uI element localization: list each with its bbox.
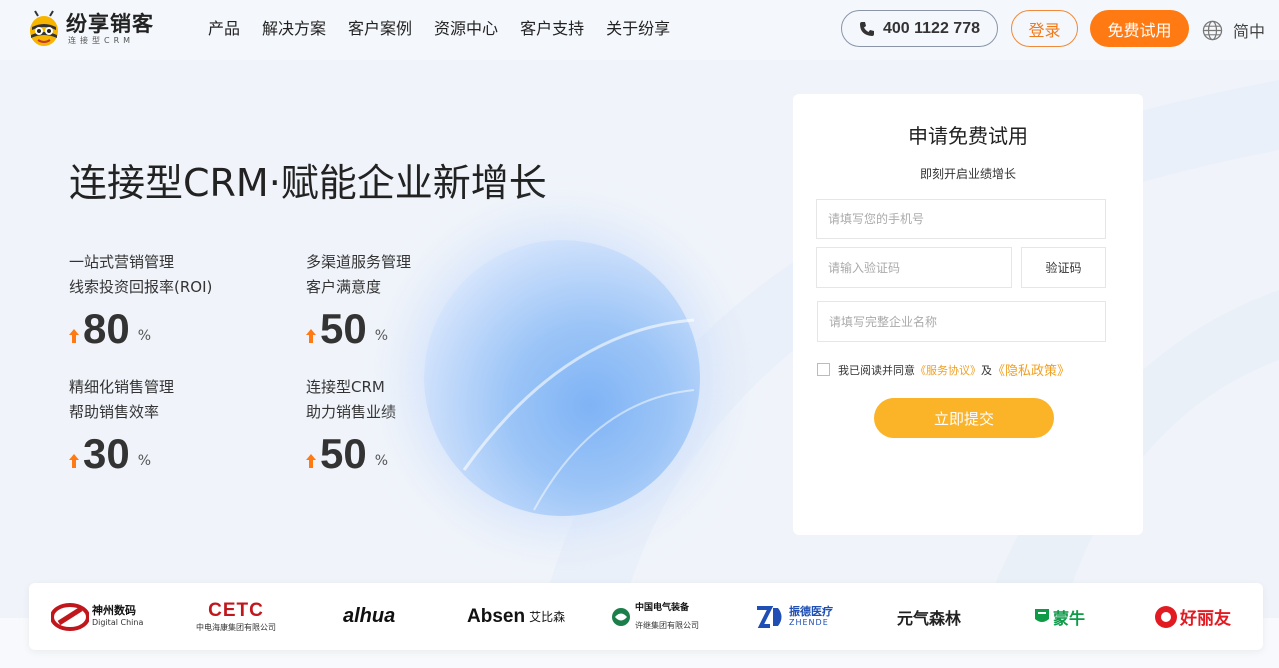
yuanqi-name: 元气森林	[897, 608, 962, 628]
nav-item-support[interactable]: 客户支持	[520, 18, 584, 40]
logo-digital-china: 神州数码 Digital China	[51, 583, 143, 650]
main-nav: 产品 解决方案 客户案例 资源中心 客户支持 关于纷享	[197, 18, 681, 40]
mengniu-name: 蒙牛	[1053, 608, 1086, 628]
bee-logo-icon	[26, 9, 62, 49]
logo[interactable]: 纷享销客 连接型CRM	[26, 9, 154, 49]
china-electric-mark-icon	[612, 607, 630, 626]
stat-value: 50	[320, 305, 367, 352]
digital-china-mark-icon	[51, 602, 89, 631]
stat-unit: %	[137, 453, 152, 469]
zhende-cn: 振德医疗	[789, 604, 833, 618]
logo-subtitle: 连接型CRM	[68, 36, 135, 45]
china-electric-cn: 中国电气装备	[635, 602, 690, 613]
arrow-up-icon	[69, 329, 79, 343]
stat-sales: 精细化销售管理 帮助销售效率 30 %	[69, 375, 269, 477]
privacy-policy-link[interactable]: 《隐私政策》	[992, 360, 1070, 379]
language-label: 简中	[1233, 22, 1266, 41]
zhende-mark-icon	[757, 605, 782, 628]
stat-value: 80	[83, 305, 130, 352]
stat-marketing: 一站式营销管理 线索投资回报率(ROI) 80 %	[69, 250, 269, 352]
phone-number: 400 1122 778	[883, 19, 980, 37]
service-agreement-link[interactable]: 《服务协议》	[915, 362, 981, 378]
logo-yuanqi: 元气森林	[897, 583, 961, 650]
phone-button[interactable]: 400 1122 778	[841, 10, 998, 47]
stat-unit: %	[374, 328, 389, 344]
company-field[interactable]	[817, 301, 1106, 342]
globe-icon	[1202, 20, 1223, 40]
haoliyou-name: 好丽友	[1180, 609, 1231, 629]
logo-haoliyou: 好丽友	[1154, 583, 1231, 650]
logo-zhende: 振德医疗 ZHENDE	[756, 583, 833, 650]
stat-unit: %	[374, 453, 389, 469]
digital-china-en: Digital China	[92, 617, 144, 627]
submit-button[interactable]: 立即提交	[874, 398, 1054, 438]
company-input[interactable]	[829, 302, 1105, 341]
logo-dahua: alhua	[343, 583, 395, 650]
stat-description: 线索投资回报率(ROI)	[69, 278, 213, 296]
login-button[interactable]: 登录	[1011, 10, 1078, 47]
free-trial-button[interactable]: 免费试用	[1090, 10, 1189, 47]
digital-china-cn: 神州数码	[92, 603, 136, 617]
logo-mengniu: 蒙牛	[1033, 583, 1085, 650]
china-electric-sub: 许继集团有限公司	[635, 620, 699, 630]
agree-and: 及	[981, 363, 992, 377]
nav-item-about[interactable]: 关于纷享	[606, 18, 670, 40]
nav-item-resources[interactable]: 资源中心	[434, 18, 498, 40]
phone-input[interactable]	[828, 200, 1105, 238]
stat-value: 50	[320, 430, 367, 477]
stat-description: 帮助销售效率	[69, 403, 160, 421]
absen-name: Absen	[467, 605, 526, 627]
nav-item-solutions[interactable]: 解决方案	[262, 18, 326, 40]
code-input[interactable]	[828, 248, 1011, 287]
get-code-button[interactable]: 验证码	[1021, 247, 1106, 288]
header: 纷享销客 连接型CRM 产品 解决方案 客户案例 资源中心 客户支持 关于纷享 …	[0, 0, 1279, 60]
agree-checkbox[interactable]	[817, 363, 830, 376]
arrow-up-icon	[306, 454, 316, 468]
client-logos-strip: 神州数码 Digital China CETC 中电海康集团有限公司 alhua…	[29, 583, 1263, 650]
code-field[interactable]	[816, 247, 1012, 288]
agree-prefix: 我已阅读并同意	[838, 363, 915, 377]
zhende-en: ZHENDE	[789, 617, 829, 627]
logo-name: 纷享销客	[66, 12, 154, 36]
cetc-sub: 中电海康集团有限公司	[196, 623, 276, 632]
agreement-row: 我已阅读并同意 《服务协议》 及 《隐私政策》	[817, 360, 1070, 379]
logo-cetc: CETC 中电海康集团有限公司	[196, 583, 276, 650]
nav-item-products[interactable]: 产品	[208, 18, 240, 40]
stat-value: 30	[83, 430, 130, 477]
arrow-up-icon	[69, 454, 79, 468]
cetc-name: CETC	[208, 600, 264, 621]
language-switcher[interactable]: 简中	[1202, 18, 1265, 42]
arrow-up-icon	[306, 329, 316, 343]
stat-unit: %	[137, 328, 152, 344]
hero-title: 连接型CRM·赋能企业新增长	[69, 161, 547, 205]
logo-absen: Absen 艾比森	[467, 583, 565, 650]
hero-sphere-graphic	[424, 240, 700, 516]
haoliyou-mark-icon	[1155, 605, 1177, 628]
form-title: 申请免费试用	[908, 124, 1028, 148]
nav-item-cases[interactable]: 客户案例	[348, 18, 412, 40]
stat-label: 精细化销售管理	[69, 378, 175, 396]
absen-cn: 艾比森	[529, 610, 566, 624]
form-subtitle: 即刻开启业绩增长	[919, 167, 1016, 181]
logo-china-electric: 中国电气装备 许继集团有限公司	[611, 583, 699, 650]
trial-form-card: 申请免费试用 即刻开启业绩增长 验证码 我已阅读并同意 《服务协议》 及 《隐私…	[793, 94, 1143, 535]
dahua-name: alhua	[343, 605, 396, 627]
phone-field[interactable]	[816, 199, 1106, 239]
stat-label: 一站式营销管理	[69, 253, 175, 271]
phone-icon	[860, 21, 874, 36]
mengniu-mark-icon	[1035, 608, 1049, 622]
